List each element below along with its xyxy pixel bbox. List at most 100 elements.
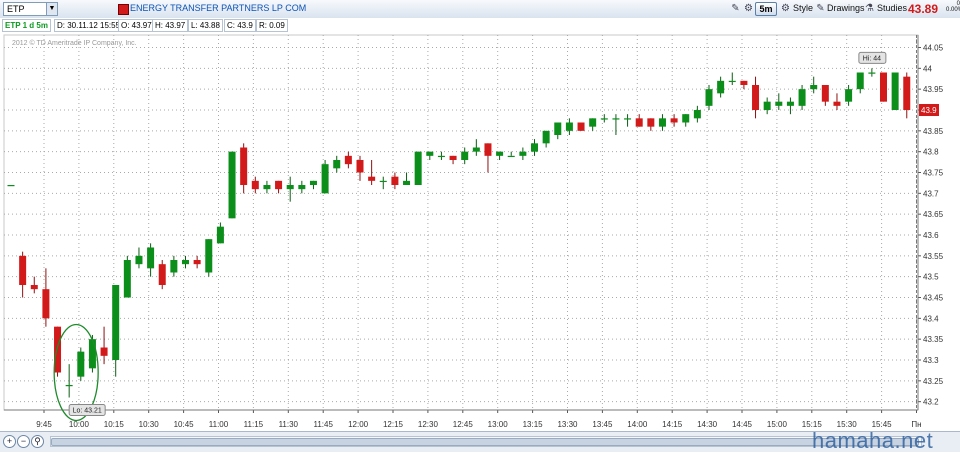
candle-body — [705, 89, 713, 106]
candle-body — [717, 80, 725, 94]
x-tick-label: 14:00 — [627, 420, 648, 429]
y-tick-label: 43.2 — [923, 398, 939, 407]
candle-body — [251, 180, 259, 190]
candle-body — [344, 155, 352, 165]
candle-body — [333, 160, 341, 169]
candle-body — [507, 155, 515, 158]
plot-area — [3, 34, 919, 411]
x-tick-label: 14:15 — [662, 420, 683, 429]
candle-body — [449, 155, 457, 160]
candle-body — [275, 180, 283, 190]
y-tick-label: 43.8 — [923, 148, 939, 157]
candle-body — [740, 80, 748, 85]
candle-body — [647, 118, 655, 127]
candle-body — [216, 226, 224, 244]
x-tick-label: 10:45 — [174, 420, 195, 429]
y-tick-label: 43.65 — [923, 210, 944, 219]
candle-body — [728, 80, 736, 83]
candle-body — [752, 85, 760, 110]
price-chart[interactable]: 2012 © TD Ameritrade IP Company, Inc. 43… — [0, 0, 960, 451]
x-tick-label: 13:00 — [488, 420, 509, 429]
candle-body — [54, 326, 62, 373]
candle-body — [391, 176, 399, 185]
x-tick-label: 13:15 — [523, 420, 544, 429]
candle-body — [77, 351, 85, 377]
candle-body — [845, 89, 853, 102]
x-tick-label: 12:30 — [418, 420, 439, 429]
candle-body — [554, 122, 562, 135]
x-tick-label: 15:00 — [767, 420, 788, 429]
candle-body — [147, 247, 155, 269]
candle-body — [786, 101, 794, 106]
candle-body — [193, 260, 201, 265]
y-axis: 43.2 43.25 43.3 43.35 43.4 43.45 43.5 43.55 43.6… — [917, 35, 944, 410]
candle-body — [891, 72, 899, 110]
candle-body — [263, 185, 271, 190]
x-tick-label: 12:15 — [383, 420, 404, 429]
candle-body — [403, 180, 411, 185]
candle-body — [600, 118, 608, 120]
candle-body — [205, 239, 213, 273]
x-tick-label: 13:45 — [592, 420, 613, 429]
candle-body — [577, 122, 585, 131]
candle-body — [298, 185, 306, 190]
x-tick-label: 11:30 — [279, 420, 299, 429]
candle-body — [88, 339, 96, 369]
candle-body — [670, 118, 678, 123]
candle-body — [123, 260, 131, 298]
x-tick-label: 10:15 — [104, 420, 125, 429]
candle-body — [286, 185, 294, 190]
y-tick-label: 43.75 — [923, 169, 944, 178]
copyright-text: 2012 © TD Ameritrade IP Company, Inc. — [12, 39, 137, 47]
candle-body — [821, 85, 829, 102]
candle-body — [19, 255, 27, 285]
candle-body — [624, 118, 632, 120]
zoom-in-icon[interactable]: + — [3, 435, 16, 448]
candle-body — [135, 255, 143, 265]
candle-body — [810, 85, 818, 90]
candle-body — [240, 147, 248, 185]
y-tick-label: 43.6 — [923, 231, 939, 240]
candle-body — [65, 385, 73, 387]
candle-body — [531, 143, 538, 152]
y-tick-label: 43.7 — [923, 189, 939, 198]
candle-body — [612, 118, 620, 120]
candle-body — [868, 72, 876, 74]
candle-body — [461, 151, 469, 160]
candle-body — [542, 130, 550, 144]
candle-body — [775, 101, 783, 106]
x-tick-label: 14:45 — [732, 420, 753, 429]
x-axis: 9:45 10:00 10:15 10:30 10:45 11:00 11:15 11:30 1… — [4, 409, 922, 429]
candle-body — [112, 285, 120, 360]
candle-body — [635, 118, 643, 127]
watermark: hamaha.net — [812, 428, 934, 453]
y-tick-label: 44.05 — [923, 44, 944, 53]
candle-body — [321, 164, 329, 194]
scroll-thumb[interactable] — [51, 438, 919, 446]
y-tick-label: 43.55 — [923, 252, 944, 261]
x-tick-label: 12:45 — [453, 420, 474, 429]
candle-body — [30, 285, 38, 290]
candle-body — [414, 151, 422, 185]
candle-body — [589, 118, 597, 127]
candle-body — [170, 260, 178, 273]
candle-body — [658, 118, 666, 127]
y-tick-label: 43.3 — [923, 356, 939, 365]
y-tick-label: 43.85 — [923, 127, 944, 136]
candle-body — [158, 264, 166, 285]
y-tick-label: 43.95 — [923, 85, 944, 94]
candle-body — [519, 151, 527, 156]
magnifier-icon[interactable]: ⚲ — [31, 435, 44, 448]
candle-body — [693, 110, 701, 119]
candle-body — [798, 89, 806, 106]
candle-body — [182, 260, 189, 265]
candle-body — [426, 151, 434, 156]
x-tick-label: 10:00 — [69, 420, 90, 429]
y-tick-label: 43.35 — [923, 335, 944, 344]
candle-body — [472, 147, 480, 152]
horizontal-scrollbar[interactable] — [50, 436, 922, 447]
candle-body — [42, 289, 50, 319]
y-tick-label: 44 — [923, 64, 932, 73]
zoom-out-icon[interactable]: − — [17, 435, 30, 448]
candle-body — [565, 122, 573, 131]
